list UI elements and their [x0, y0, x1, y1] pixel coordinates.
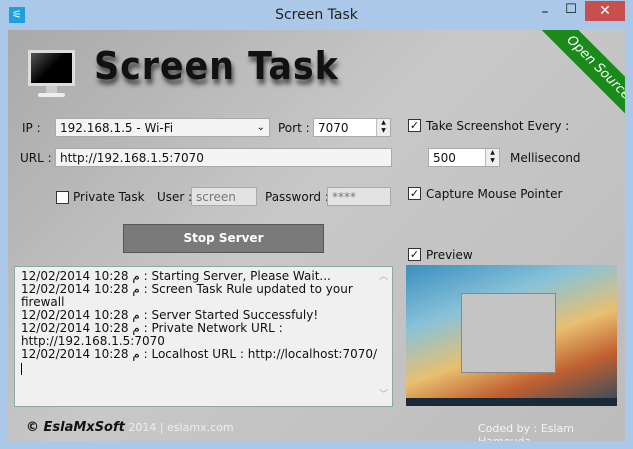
- stop-server-button[interactable]: Stop Server: [123, 224, 324, 253]
- close-button[interactable]: ✕: [585, 1, 625, 21]
- interval-input[interactable]: 500 ▲ ▼: [428, 148, 500, 167]
- url-field[interactable]: http://192.168.1.5:7070: [55, 148, 392, 167]
- chevron-down-icon: ⌄: [256, 122, 265, 133]
- site-link[interactable]: 2014 | eslamx.com: [125, 421, 233, 434]
- private-task-label: Private Task: [73, 190, 145, 204]
- user-label: User :: [157, 190, 193, 204]
- password-field[interactable]: ****: [327, 187, 391, 206]
- screenshot-checkbox[interactable]: ✓: [408, 119, 421, 132]
- url-label: URL :: [20, 151, 52, 165]
- app-title: Screen Task: [94, 44, 339, 88]
- ip-select[interactable]: 192.168.1.5 - Wi-Fi ⌄: [55, 118, 270, 137]
- title-bar: ⚟ Screen Task – ☐ ✕: [0, 0, 633, 30]
- private-task-checkbox[interactable]: [56, 191, 69, 204]
- brand-text: © EslaMxSoft: [26, 420, 125, 435]
- preview-label: Preview: [426, 248, 473, 262]
- text-cursor: [21, 363, 22, 375]
- main-panel: Screen Task Open Source IP : 192.168.1.5…: [8, 30, 625, 441]
- maximize-button[interactable]: ☐: [558, 2, 584, 22]
- interval-spinner[interactable]: ▲ ▼: [485, 149, 499, 166]
- log-line: 12/02/2014 10:28 م : Localhost URL : htt…: [21, 347, 378, 361]
- footer-credit: Coded by : Eslam Hamouda: [478, 422, 575, 441]
- monitor-icon: [28, 50, 75, 98]
- interval-value: 500: [433, 151, 456, 165]
- mouse-pointer-checkbox[interactable]: ✓: [408, 187, 421, 200]
- ip-value: 192.168.1.5 - Wi-Fi: [60, 121, 174, 135]
- port-value: 7070: [318, 121, 349, 135]
- screenshot-label: Take Screenshot Every :: [426, 119, 570, 133]
- port-spinner[interactable]: ▲ ▼: [376, 119, 390, 136]
- port-input[interactable]: 7070 ▲ ▼: [313, 118, 391, 137]
- password-label: Password :: [265, 190, 329, 204]
- preview-checkbox[interactable]: ✓: [408, 248, 421, 261]
- mouse-pointer-label: Capture Mouse Pointer: [426, 187, 563, 201]
- footer-brand: © EslaMxSoft 2014 | eslamx.com: [26, 420, 234, 435]
- port-label: Port :: [278, 121, 310, 135]
- user-field[interactable]: screen: [191, 187, 257, 206]
- scrollbar[interactable]: ︿ ﹀: [375, 267, 392, 406]
- log-textarea[interactable]: 12/02/2014 10:28 م : Starting Server, Pl…: [14, 266, 393, 407]
- screen-preview-image: [406, 265, 617, 406]
- log-line: 12/02/2014 10:28 م : Screen Task Rule up…: [21, 282, 353, 309]
- minimize-button[interactable]: –: [532, 4, 558, 24]
- ip-label: IP :: [22, 121, 41, 135]
- interval-unit: Mellisecond: [510, 151, 581, 165]
- log-line: 12/02/2014 10:28 م : Private Network URL…: [21, 321, 283, 348]
